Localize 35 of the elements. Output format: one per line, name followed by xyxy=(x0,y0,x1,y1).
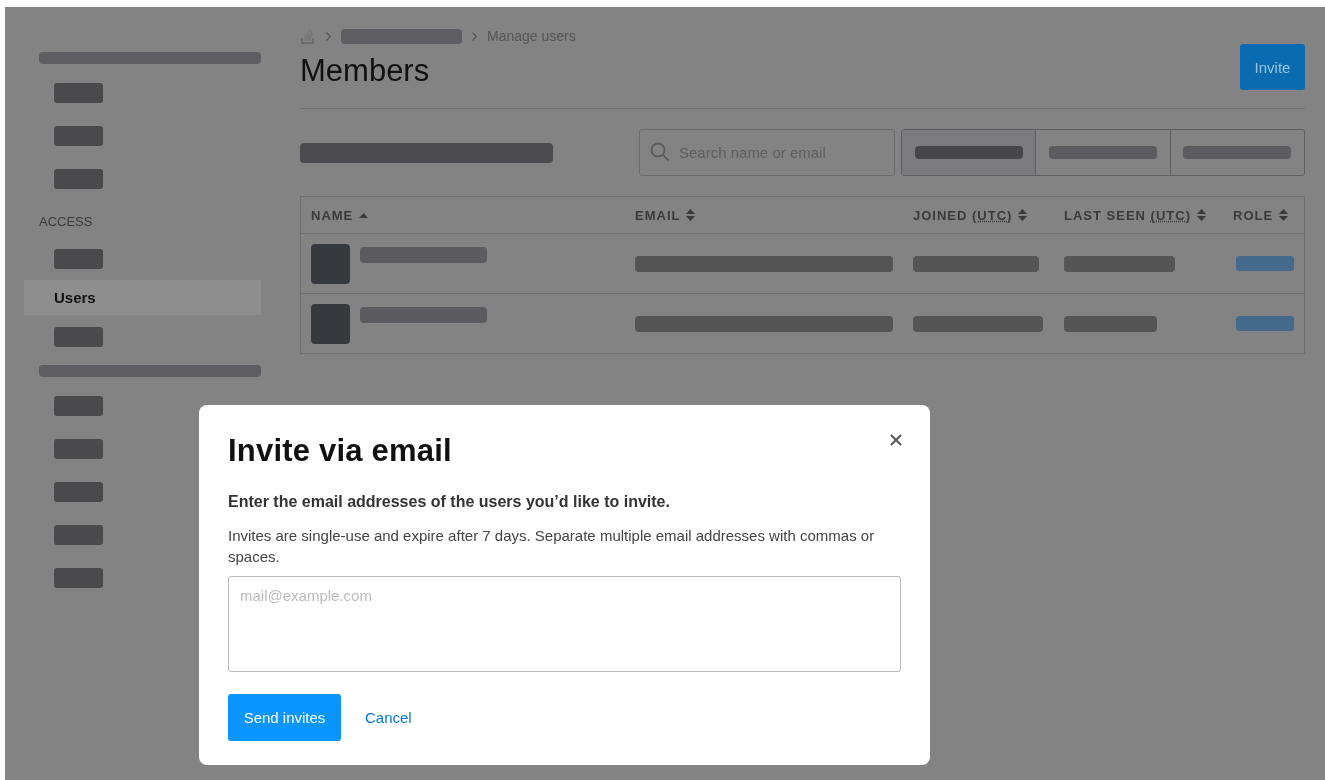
dialog-title: Invite via email xyxy=(228,433,452,469)
redacted-bar xyxy=(54,327,103,347)
chevron-icon xyxy=(472,31,477,41)
email-field[interactable]: mail@example.com xyxy=(228,576,901,672)
cancel-link[interactable]: Cancel xyxy=(365,709,412,726)
filter-tab[interactable] xyxy=(902,130,1036,175)
redacted-bar xyxy=(54,396,103,416)
invite-button[interactable]: Invite xyxy=(1240,44,1305,90)
column-header[interactable]: NAME xyxy=(311,207,354,223)
stack-logo-icon[interactable] xyxy=(300,27,316,45)
dialog-description: Invites are single-use and expire after 7 days. Separate multiple email addresses with commas or spaces. xyxy=(228,526,876,567)
chevron-icon xyxy=(326,31,331,41)
column-header[interactable]: ROLE xyxy=(1233,207,1274,223)
sidebar-item[interactable]: Users xyxy=(24,280,261,315)
redacted-bar xyxy=(54,482,103,502)
column-header[interactable]: JOINED (UTC) xyxy=(913,207,1013,223)
role-badge xyxy=(1236,316,1294,331)
redacted-bar xyxy=(54,126,103,146)
redacted-bar xyxy=(54,249,103,269)
page-title: Members xyxy=(300,53,430,89)
role-badge xyxy=(1236,256,1294,271)
redacted-bar xyxy=(54,83,103,103)
send-invites-button[interactable]: Send invites xyxy=(228,694,341,741)
column-header[interactable]: LAST SEEN (UTC) xyxy=(1064,207,1191,223)
redacted-bar xyxy=(54,568,103,588)
redacted-bar xyxy=(54,525,103,545)
redacted-bar xyxy=(54,439,103,459)
dialog-subtitle: Enter the email addresses of the users you’d like to invite. xyxy=(228,493,671,511)
sidebar-heading: ACCESS xyxy=(38,213,94,231)
redacted-bar xyxy=(54,169,103,189)
close-icon[interactable] xyxy=(889,433,903,447)
column-header[interactable]: EMAIL xyxy=(635,207,681,223)
avatar xyxy=(311,303,350,344)
avatar xyxy=(311,243,350,284)
search-icon xyxy=(650,142,670,162)
